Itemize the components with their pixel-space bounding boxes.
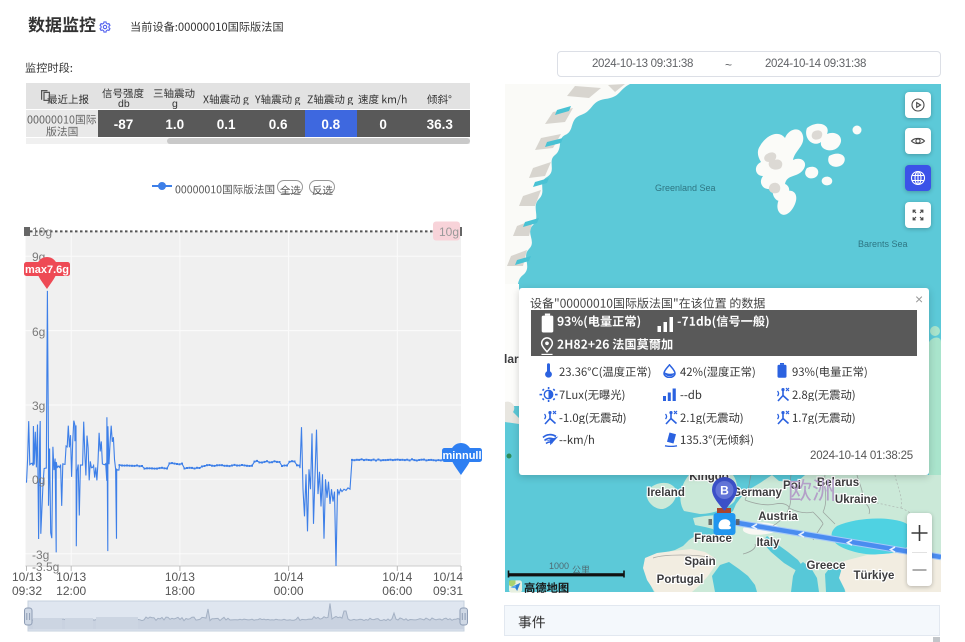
svg-text:Ukraine: Ukraine	[835, 494, 877, 506]
svg-text:Barents Sea: Barents Sea	[858, 239, 908, 249]
svg-text:Türkiye: Türkiye	[854, 570, 895, 582]
svg-text:Greece: Greece	[806, 560, 845, 572]
svg-text:Ireland: Ireland	[647, 487, 685, 499]
svg-text:Germany: Germany	[732, 487, 782, 499]
svg-text:Greenland Sea: Greenland Sea	[655, 183, 716, 193]
svg-text:Spain: Spain	[684, 556, 715, 568]
svg-text:1000: 1000	[549, 561, 569, 571]
svg-text:Portugal: Portugal	[657, 574, 704, 586]
svg-text:Austria: Austria	[758, 511, 798, 523]
svg-text:B: B	[720, 484, 729, 498]
svg-text:Italy: Italy	[756, 537, 780, 549]
